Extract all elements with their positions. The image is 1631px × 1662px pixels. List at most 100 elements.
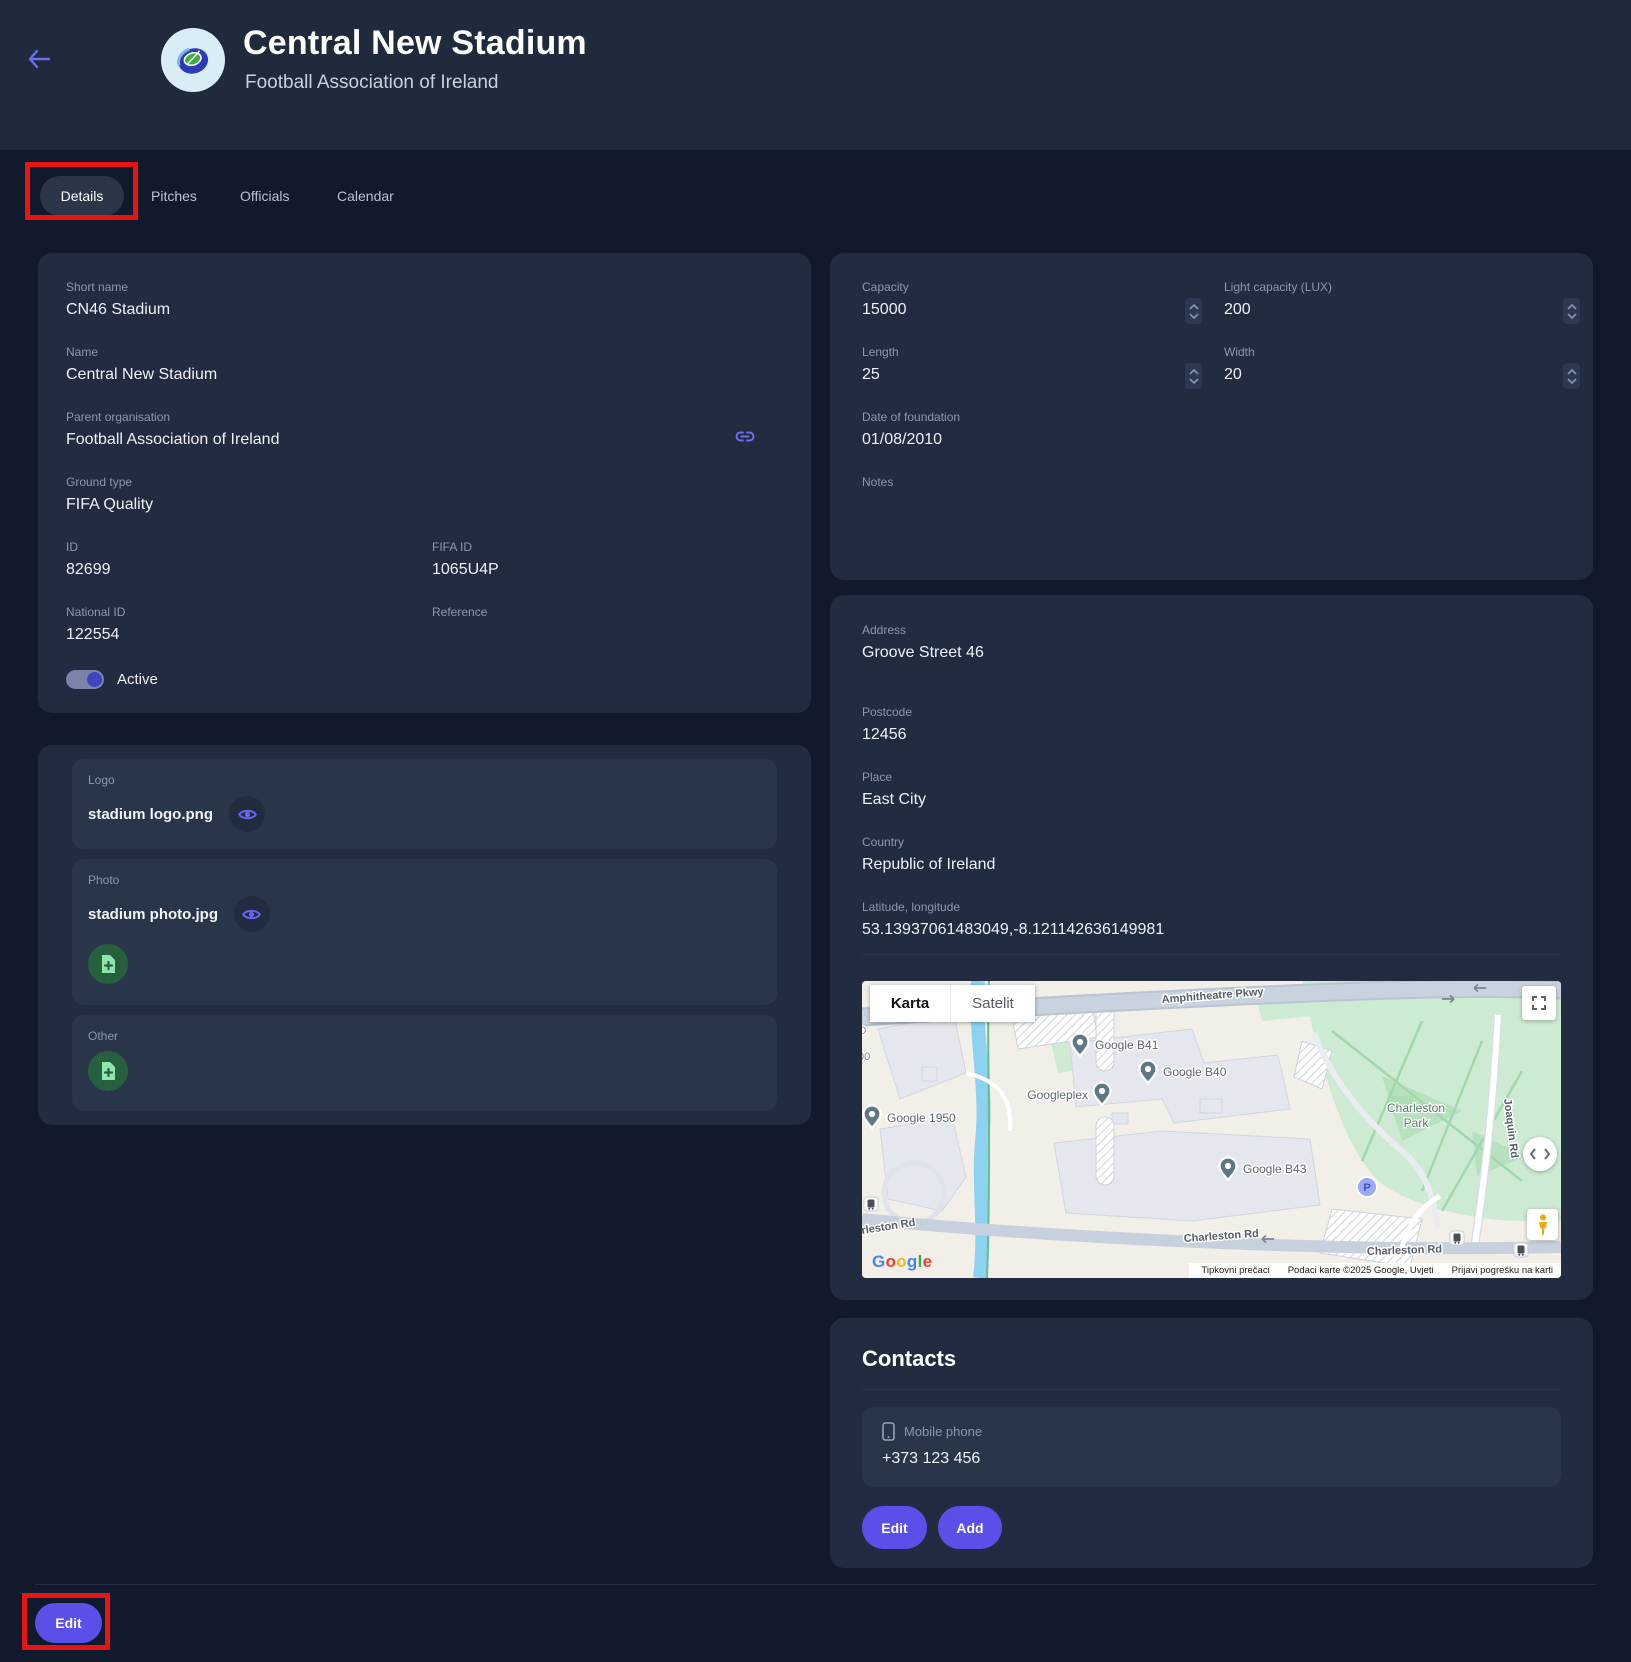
add-photo-button[interactable] xyxy=(88,944,128,984)
specs-card: Capacity 15000 Light capacity (LUX) 200 … xyxy=(830,253,1593,580)
map-type-map-button[interactable]: Karta xyxy=(870,985,950,1022)
field-length: Length 25 xyxy=(862,345,1214,389)
field-label: Notes xyxy=(862,475,894,489)
back-button[interactable] xyxy=(22,42,56,76)
field-postcode: Postcode 12456 xyxy=(862,705,1561,745)
field-notes: Notes xyxy=(862,475,1577,515)
field-label: Latitude, longitude xyxy=(862,900,961,914)
field-label: Date of foundation xyxy=(862,410,961,424)
field-ground-type: Ground type FIFA Quality xyxy=(66,475,783,515)
marker-label-b41: Google B41 xyxy=(1095,1038,1159,1052)
field-value: 1065U4P xyxy=(432,561,499,578)
transit-icon[interactable] xyxy=(1449,1230,1465,1246)
transit-icon[interactable] xyxy=(863,1196,879,1212)
stadium-details-page: Central New Stadium Football Association… xyxy=(0,0,1631,1662)
transit-icon[interactable] xyxy=(1513,1242,1529,1258)
field-foundation-date: Date of foundation 01/08/2010 xyxy=(862,410,1577,450)
length-stepper[interactable] xyxy=(1185,363,1202,389)
field-value xyxy=(862,495,1577,515)
field-national-id: National ID 122554 xyxy=(66,605,432,645)
parking-icon[interactable]: P xyxy=(1356,1176,1378,1198)
contact-add-button[interactable]: Add xyxy=(938,1506,1002,1549)
map-attribution: Tipkovni prečaci Podaci karte ©2025 Goog… xyxy=(1189,1263,1561,1278)
upload-photo-card: Photo stadium photo.jpg xyxy=(72,859,777,1005)
light-capacity-stepper[interactable] xyxy=(1563,298,1580,324)
contact-edit-button[interactable]: Edit xyxy=(862,1506,927,1549)
field-value: 122554 xyxy=(66,626,120,643)
attr-report-link[interactable]: Prijavi pogrešku na karti xyxy=(1452,1265,1553,1276)
capacity-stepper[interactable] xyxy=(1185,298,1202,324)
field-label: Reference xyxy=(432,605,488,619)
width-stepper[interactable] xyxy=(1563,363,1580,389)
preview-photo-button[interactable] xyxy=(233,896,270,932)
contact-item: Mobile phone +373 123 456 xyxy=(862,1407,1561,1487)
upload-logo-card: Logo stadium logo.png xyxy=(72,759,777,849)
field-label: ID xyxy=(66,540,78,554)
field-value: Central New Stadium xyxy=(66,366,218,383)
contacts-card: Contacts Mobile phone +373 123 456 Edit … xyxy=(830,1318,1593,1568)
google-map[interactable]: 0 00 Amphitheatre Pkwy arleston Rd Charl… xyxy=(862,981,1561,1278)
details-card: Short name CN46 Stadium Name Central New… xyxy=(38,253,811,713)
upload-label: Photo xyxy=(88,873,120,887)
map-type-control: Karta Satelit xyxy=(870,985,1035,1022)
field-value: Republic of Ireland xyxy=(862,856,996,873)
field-capacity: Capacity 15000 xyxy=(862,280,1214,324)
fullscreen-button[interactable] xyxy=(1522,986,1556,1020)
stadium-icon xyxy=(177,47,209,74)
contacts-title: Contacts xyxy=(862,1346,957,1371)
tab-details[interactable]: Details xyxy=(40,176,124,216)
contact-value: +373 123 456 xyxy=(882,1450,981,1467)
field-label: Parent organisation xyxy=(66,410,171,424)
pan-control[interactable] xyxy=(1523,1137,1557,1171)
google-logo: Google xyxy=(872,1252,933,1271)
attr-data-text: Podaci karte ©2025 Google xyxy=(1287,1265,1405,1276)
field-label: Postcode xyxy=(862,705,913,719)
preview-logo-button[interactable] xyxy=(229,796,265,832)
upload-label: Logo xyxy=(88,773,115,787)
pegman-icon xyxy=(1538,1213,1547,1235)
add-other-button[interactable] xyxy=(88,1051,128,1091)
contact-type-label: Mobile phone xyxy=(904,1424,983,1439)
fullscreen-icon xyxy=(1532,996,1546,1010)
park-label-line1: Charleston xyxy=(1387,1101,1445,1115)
map-canvas[interactable]: 0 00 Amphitheatre Pkwy arleston Rd Charl… xyxy=(862,981,1561,1278)
address-map-divider xyxy=(862,954,1561,955)
field-country: Country Republic of Ireland xyxy=(862,835,1561,875)
field-label: Country xyxy=(862,835,905,849)
field-value: Groove Street 46 xyxy=(862,644,984,661)
field-label: Address xyxy=(862,623,907,637)
field-label: Short name xyxy=(66,280,129,294)
field-value: CN46 Stadium xyxy=(66,301,171,318)
active-toggle[interactable] xyxy=(66,670,104,689)
field-value: 20 xyxy=(1224,366,1242,383)
field-label: National ID xyxy=(66,605,126,619)
field-reference: Reference xyxy=(432,605,783,645)
field-value: Football Association of Ireland xyxy=(66,431,280,448)
page-header: Central New Stadium Football Association… xyxy=(0,0,1631,150)
file-plus-icon xyxy=(101,955,115,973)
pegman-control[interactable] xyxy=(1527,1209,1558,1240)
field-value: 82699 xyxy=(66,561,111,578)
field-value: FIFA Quality xyxy=(66,496,154,513)
field-label: Width xyxy=(1224,345,1255,359)
field-name: Name Central New Stadium xyxy=(66,345,783,385)
field-value xyxy=(432,625,783,645)
footer-divider xyxy=(35,1584,1596,1585)
link-icon[interactable] xyxy=(735,430,755,448)
tab-calendar[interactable]: Calendar xyxy=(337,176,394,216)
pan-arrows-icon xyxy=(1530,1148,1550,1160)
logo-filename: stadium logo.png xyxy=(88,805,213,823)
attr-map-data: Podaci karte ©2025 Google, Uvjeti xyxy=(1288,1265,1434,1276)
tab-officials[interactable]: Officials xyxy=(240,176,290,216)
map-type-satellite-button[interactable]: Satelit xyxy=(950,985,1035,1022)
attr-shortcuts-link[interactable]: Tipkovni prečaci xyxy=(1201,1265,1269,1276)
field-value: 15000 xyxy=(862,301,907,318)
tab-pitches[interactable]: Pitches xyxy=(151,176,197,216)
attr-terms-link[interactable]: , Uvjeti xyxy=(1405,1265,1434,1276)
map-partial-label: 00 xyxy=(862,1051,870,1063)
field-address: Address Groove Street 46 xyxy=(862,623,1561,663)
edit-button[interactable]: Edit xyxy=(35,1603,102,1643)
contacts-divider xyxy=(862,1389,1561,1390)
marker-label-b40: Google B40 xyxy=(1163,1065,1227,1079)
field-value: 53.13937061483049,-8.121142636149981 xyxy=(862,921,1165,938)
